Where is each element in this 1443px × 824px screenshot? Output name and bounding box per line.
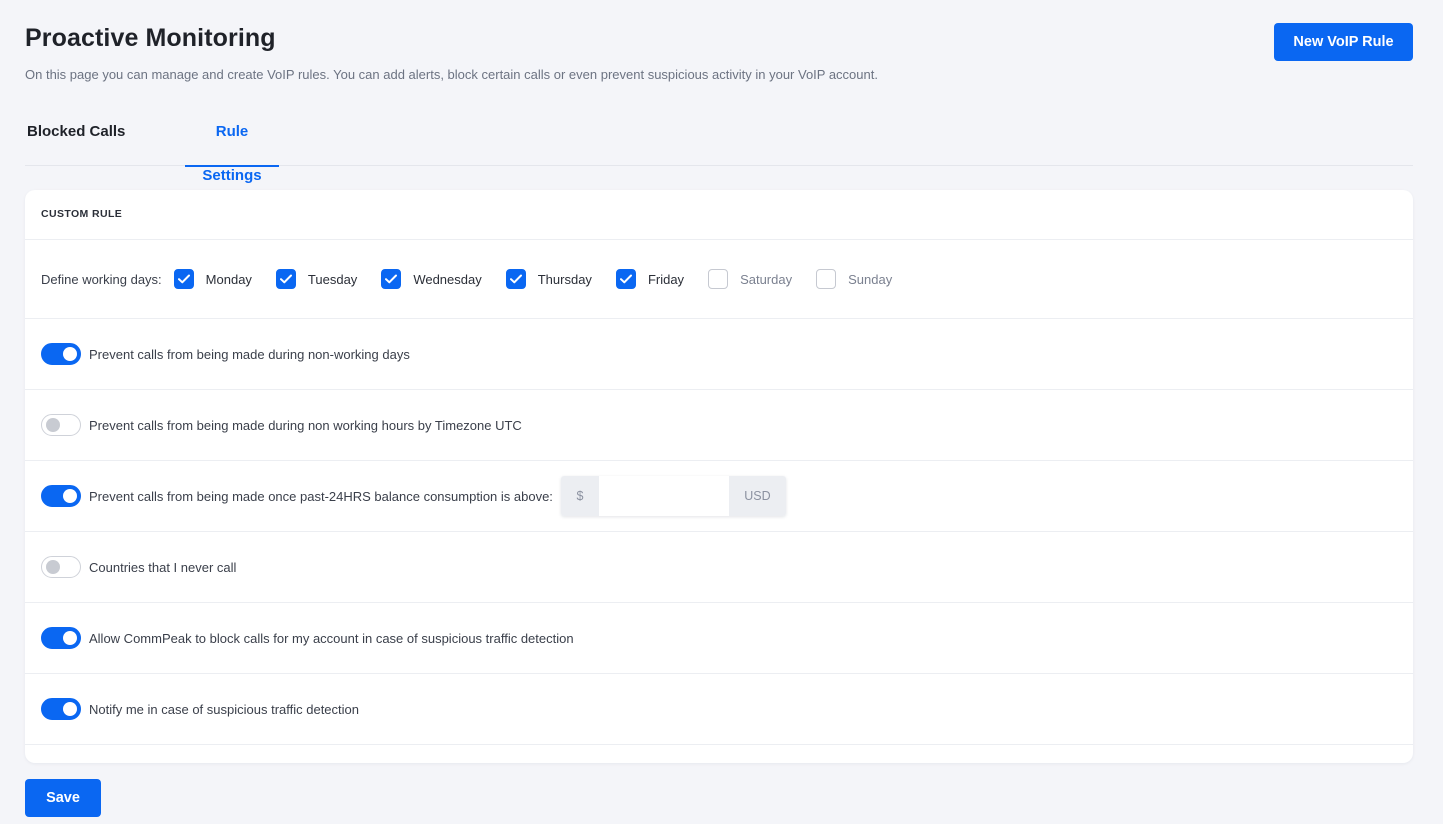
day-label-saturday: Saturday (740, 271, 793, 287)
toggle-knob (46, 560, 60, 574)
working-days-row: Define working days: Monday Tuesday Wedn… (25, 240, 1413, 319)
rule-label-balance-consumption: Prevent calls from being made once past-… (89, 488, 553, 504)
day-monday[interactable]: Monday (173, 269, 252, 289)
day-tuesday[interactable]: Tuesday (275, 269, 358, 289)
day-label-sunday: Sunday (848, 271, 893, 287)
tab-blocked-calls[interactable]: Blocked Calls (27, 110, 125, 166)
toggle-block-suspicious[interactable] (41, 627, 81, 649)
rule-row-balance-consumption: Prevent calls from being made once past-… (25, 461, 1413, 532)
currency-prefix: $ (560, 476, 599, 516)
working-days-label: Define working days: (41, 271, 162, 287)
card-title: CUSTOM RULE (25, 190, 1413, 240)
day-label-friday: Friday (647, 271, 685, 287)
new-voip-rule-button[interactable]: New VoIP Rule (1274, 23, 1413, 61)
rule-label-non-working-days: Prevent calls from being made during non… (89, 346, 410, 362)
checkbox-wednesday[interactable] (381, 269, 402, 289)
tab-bar: Blocked Calls Rule Settings (25, 110, 1413, 184)
day-thursday[interactable]: Thursday (505, 269, 592, 289)
toggle-knob (63, 489, 77, 503)
page-subtitle: On this page you can manage and create V… (25, 67, 878, 82)
page-title: Proactive Monitoring (25, 24, 276, 52)
custom-rule-card: CUSTOM RULE Define working days: Monday … (25, 190, 1413, 763)
rule-row-non-working-hours: Prevent calls from being made during non… (25, 390, 1413, 461)
day-sunday[interactable]: Sunday (816, 269, 892, 289)
day-label-tuesday: Tuesday (307, 271, 358, 287)
balance-amount-input[interactable] (598, 476, 729, 516)
checkbox-thursday[interactable] (505, 269, 526, 289)
day-friday[interactable]: Friday (615, 269, 685, 289)
day-saturday[interactable]: Saturday (708, 269, 792, 289)
toggle-knob (63, 702, 77, 716)
toggle-never-call-countries[interactable] (41, 556, 81, 578)
checkbox-sunday[interactable] (816, 269, 837, 289)
currency-suffix: USD (728, 476, 786, 516)
checkbox-friday[interactable] (615, 269, 636, 289)
check-icon (177, 274, 190, 284)
day-label-thursday: Thursday (537, 271, 592, 287)
checkbox-monday[interactable] (173, 269, 194, 289)
rule-label-never-call-countries: Countries that I never call (89, 559, 237, 575)
balance-amount-group: $ USD (560, 476, 786, 516)
rule-label-block-suspicious: Allow CommPeak to block calls for my acc… (89, 630, 574, 646)
toggle-non-working-days[interactable] (41, 343, 81, 365)
toggle-notify-suspicious[interactable] (41, 698, 81, 720)
rule-row-block-suspicious: Allow CommPeak to block calls for my acc… (25, 603, 1413, 674)
rule-label-notify-suspicious: Notify me in case of suspicious traffic … (89, 701, 359, 717)
toggle-knob (46, 418, 60, 432)
checkbox-tuesday[interactable] (275, 269, 296, 289)
checkbox-saturday[interactable] (708, 269, 729, 289)
check-icon (279, 274, 292, 284)
toggle-balance-consumption[interactable] (41, 485, 81, 507)
rule-label-non-working-hours: Prevent calls from being made during non… (89, 417, 522, 433)
rule-row-never-call-countries: Countries that I never call (25, 532, 1413, 603)
toggle-knob (63, 631, 77, 645)
tab-rule-settings[interactable]: Rule Settings (185, 110, 279, 184)
check-icon (619, 274, 632, 284)
check-icon (509, 274, 522, 284)
day-label-wednesday: Wednesday (413, 271, 482, 287)
toggle-knob (63, 347, 77, 361)
toggle-non-working-hours[interactable] (41, 414, 81, 436)
save-button[interactable]: Save (25, 779, 101, 817)
check-icon (385, 274, 398, 284)
day-label-monday: Monday (205, 271, 252, 287)
day-wednesday[interactable]: Wednesday (381, 269, 482, 289)
rule-row-non-working-days: Prevent calls from being made during non… (25, 319, 1413, 390)
rule-row-notify-suspicious: Notify me in case of suspicious traffic … (25, 674, 1413, 745)
